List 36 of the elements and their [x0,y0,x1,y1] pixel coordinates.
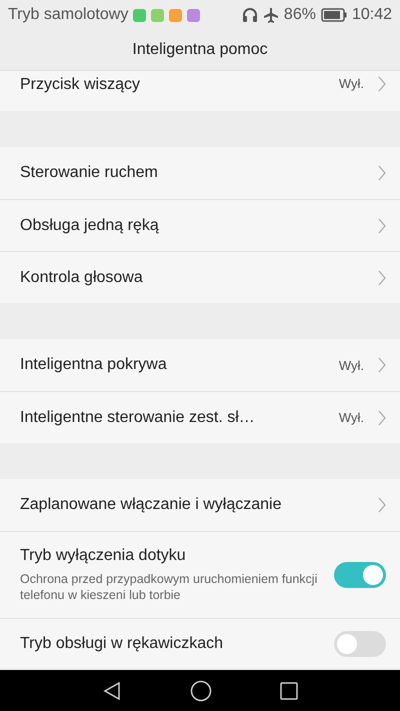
app-notification-icon [187,8,200,22]
chevron-right-icon [378,497,386,513]
toggle-switch[interactable] [334,562,386,588]
chevron-right-icon [378,165,386,181]
chevron-right-icon [378,270,386,286]
value-text: Wył. [338,358,364,372]
setting-label[interactable]: Tryb wyłączenia dotyku [20,547,334,565]
setting-label[interactable]: Inteligentna pokrywa [20,356,339,374]
setting-label[interactable]: Obsługa jedną ręką [20,216,378,234]
screen-title: Inteligentna pomoc [132,41,268,59]
chevron-right-icon [378,76,386,92]
setting-label[interactable]: Tryb obsługi w rękawiczkach [20,634,334,652]
setting-label[interactable]: Zaplanowane włączanie i wyłączanie [20,496,378,514]
back-icon[interactable] [102,680,122,700]
toggle-switch[interactable] [334,630,386,656]
value-text: Wył. [338,410,364,425]
chevron-right-icon [378,218,386,234]
battery-icon [320,8,347,22]
chevron-right-icon [378,410,386,426]
chevron-right-icon [378,357,386,373]
recents-icon[interactable] [280,682,298,700]
app-notification-icon [133,8,146,22]
setting-label[interactable]: Przycisk wiszący [20,76,339,94]
headphones-icon [242,7,258,23]
carrier-text: Tryb samolotowy [8,6,128,24]
setting-label[interactable]: Inteligentne sterowanie zest. sł… [20,408,339,426]
setting-label[interactable]: Sterowanie ruchem [20,164,378,182]
battery-percent: 86% [284,6,316,24]
setting-description: Ochrona przed przypadkowym uruchomieniem funkcji telefonu w kieszeni lub torbie [20,571,318,603]
value-text: Wył. [338,76,364,91]
airplane-icon [262,7,279,23]
setting-label[interactable]: Kontrola głosowa [20,268,378,286]
clock-time: 10:42 [352,6,392,24]
home-icon[interactable] [190,680,212,702]
app-notification-icon [169,8,182,22]
app-notification-icon [151,8,164,22]
